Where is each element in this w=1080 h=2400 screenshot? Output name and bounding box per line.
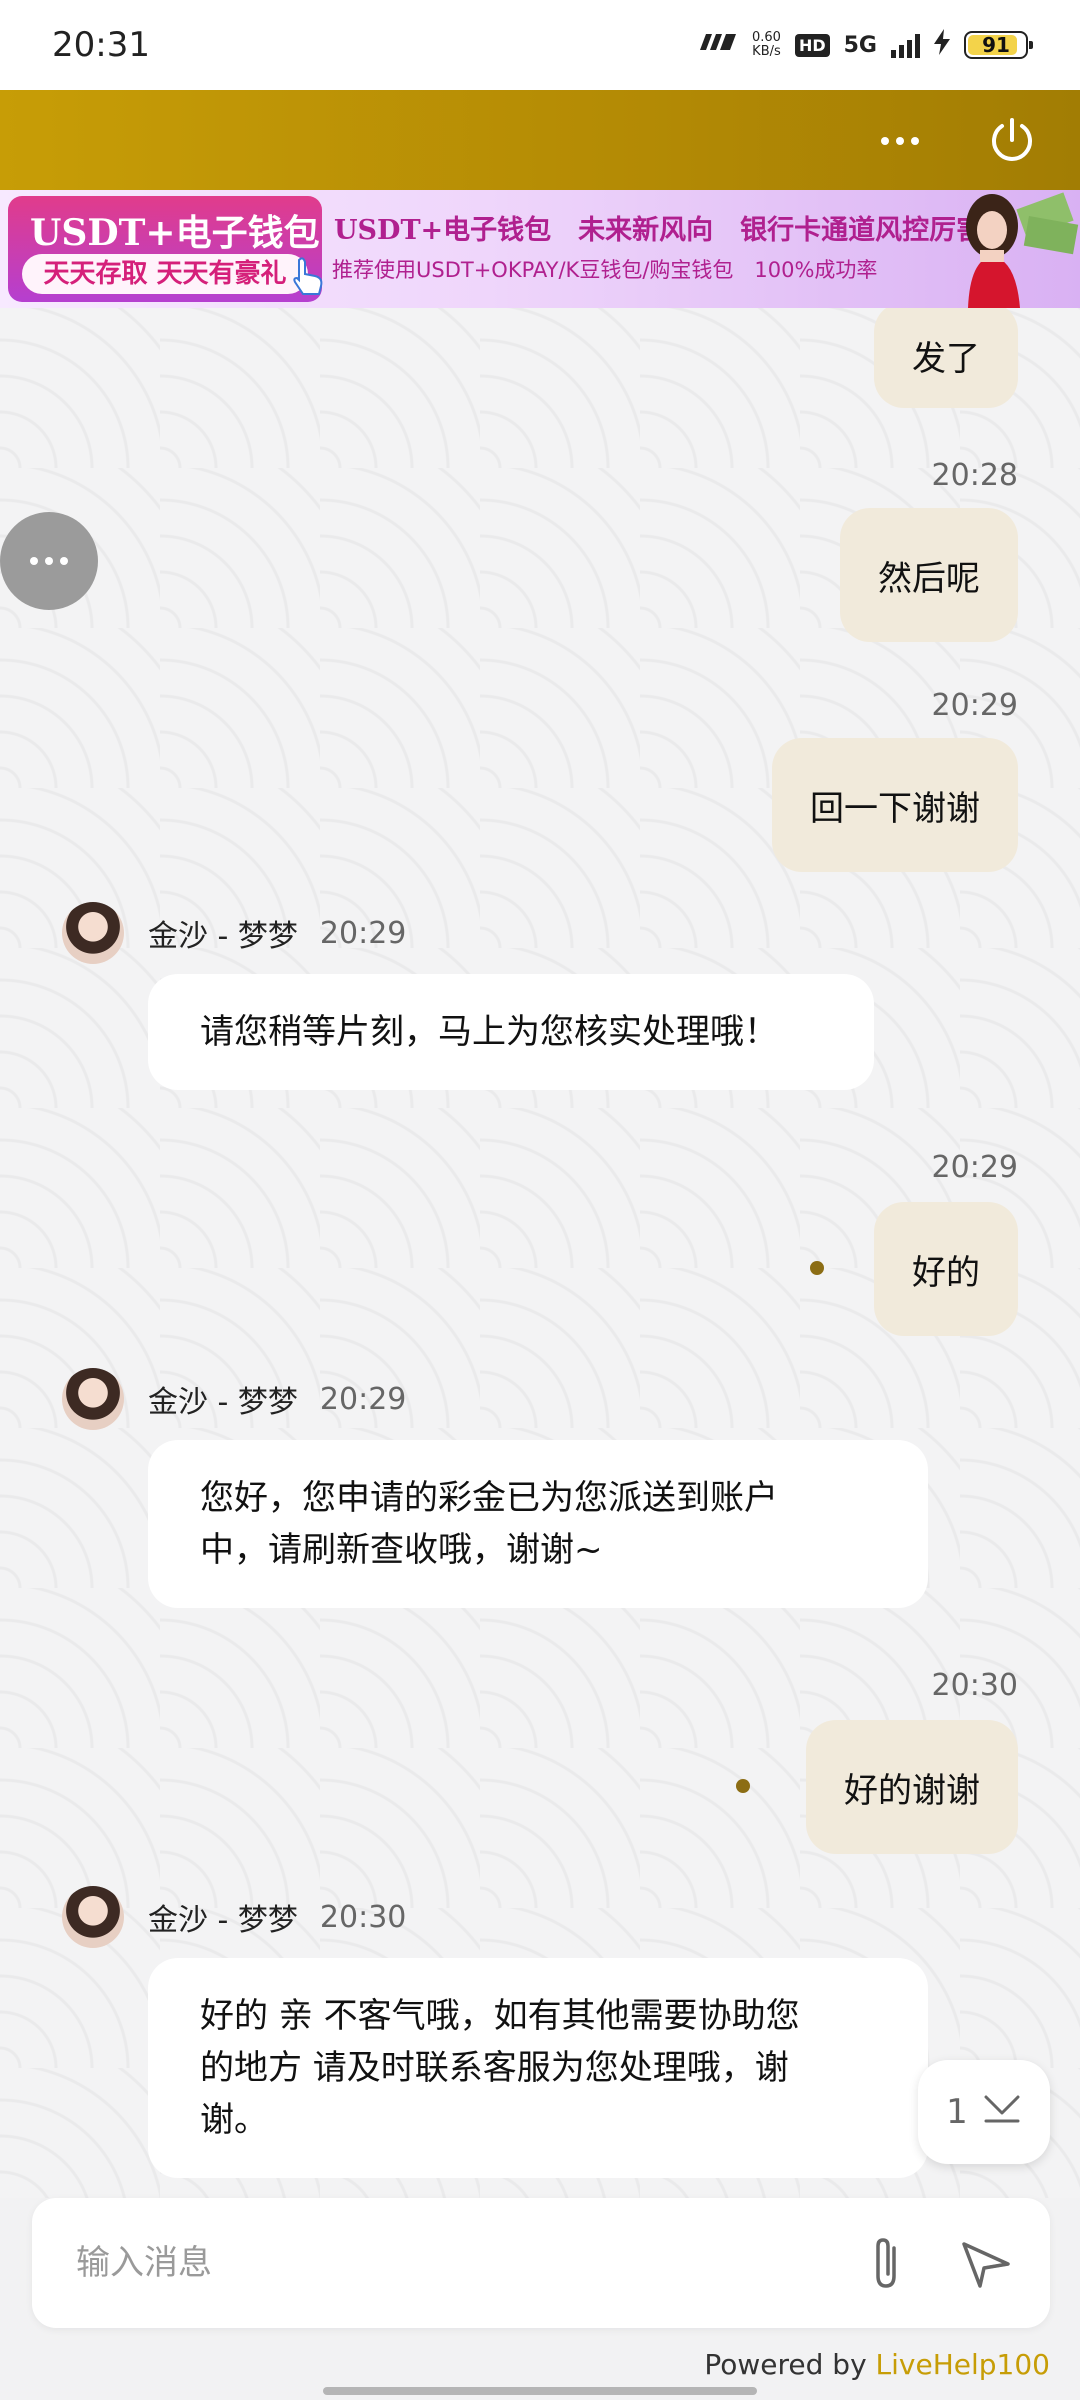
agent-header: 金沙 - 梦梦 20:29: [62, 1368, 406, 1430]
message-text: 请您稍等片刻，马上为您核实处理哦！: [200, 1012, 778, 1052]
message-input[interactable]: [76, 2238, 836, 2288]
message-text: 然后呢: [878, 558, 980, 599]
message-time: 20:29: [319, 915, 407, 951]
agent-header: 金沙 - 梦梦 20:30: [62, 1886, 406, 1948]
read-status-dot: [810, 1261, 824, 1275]
message-time: 20:30: [319, 1899, 407, 1935]
banner-badge-subtitle: 天天存取 天天有豪礼: [22, 254, 308, 294]
chat-area[interactable]: 发了 20:28 然后呢 20:29 回一下谢谢 金沙 - 梦梦 20:29 请…: [0, 308, 1080, 2198]
paperclip-icon[interactable]: [852, 2228, 922, 2298]
message-text: 发了: [912, 338, 980, 379]
avatar: [62, 902, 124, 964]
message-text-line: 中，请刷新查收哦，谢谢~: [200, 1530, 603, 1570]
message-time: 20:30: [931, 1668, 1018, 1703]
incoming-message: 好的 亲 不客气哦，如有其他需要协助您 的地方 请及时联系客服为您处理哦，谢 谢…: [148, 1958, 928, 2178]
outgoing-message: 好的谢谢: [806, 1720, 1018, 1854]
powered-by-text: Powered by: [704, 2348, 876, 2381]
banner-badge: USDT+电子钱包 天天存取 天天有豪礼: [8, 196, 322, 302]
status-bar: 20:31 0.60 KB/s HD 5G 91: [0, 0, 1080, 90]
network-type: 5G: [843, 32, 877, 58]
signal-icon: [891, 32, 920, 58]
battery-level: 91: [982, 33, 1010, 57]
message-composer: [32, 2198, 1050, 2328]
powered-by-brand-link[interactable]: LiveHelp100: [876, 2348, 1050, 2381]
charging-icon: [934, 29, 950, 61]
pointer-hand-icon: [285, 254, 329, 298]
message-text: 好的谢谢: [844, 1770, 980, 1811]
scroll-to-bottom-button[interactable]: 1: [918, 2060, 1050, 2164]
message-time: 20:29: [931, 1150, 1018, 1185]
banner-badge-title: USDT+电子钱包: [30, 212, 320, 254]
battery-icon: 91: [964, 31, 1033, 59]
banner-model-image: [930, 190, 1080, 308]
outgoing-message: 好的: [874, 1202, 1018, 1336]
carrier-icon: [698, 32, 738, 58]
network-speed-unit: KB/s: [752, 44, 781, 59]
banner-subtitle: 推荐使用USDT+OKPAY/K豆钱包/购宝钱包 100%成功率: [332, 258, 878, 282]
avatar: [62, 1368, 124, 1430]
powered-by-footer: Powered by LiveHelp100: [704, 2348, 1050, 2381]
unread-count: 1: [946, 2092, 968, 2132]
ad-banner[interactable]: USDT+电子钱包 天天存取 天天有豪礼 USDT+电子钱包 未来新风向 银行卡…: [0, 190, 1080, 308]
message-text-line: 好的 亲 不客气哦，如有其他需要协助您: [200, 1996, 800, 2036]
avatar: [62, 1886, 124, 1948]
chevron-down-icon: [982, 2091, 1022, 2134]
agent-name: 金沙 - 梦梦: [148, 1903, 298, 1938]
agent-header: 金沙 - 梦梦 20:29: [62, 902, 406, 964]
status-icons: 0.60 KB/s HD 5G 91: [698, 29, 1033, 61]
home-indicator[interactable]: [323, 2387, 757, 2395]
message-text-line: 的地方 请及时联系客服为您处理哦，谢: [200, 2048, 789, 2088]
network-speed: 0.60 KB/s: [752, 31, 781, 59]
message-time: 20:29: [931, 688, 1018, 723]
message-text-line: 谢。: [200, 2100, 268, 2140]
read-status-dot: [736, 1779, 750, 1793]
message-time: 20:29: [319, 1381, 407, 1417]
network-speed-value: 0.60: [752, 30, 781, 45]
floating-menu-button[interactable]: [0, 512, 98, 610]
agent-name: 金沙 - 梦梦: [148, 1385, 298, 1420]
message-time: 20:28: [931, 458, 1018, 493]
message-text: 回一下谢谢: [810, 788, 980, 829]
more-options-button[interactable]: [870, 116, 930, 166]
message-text-line: 您好，您申请的彩金已为您派送到账户: [200, 1478, 778, 1518]
outgoing-message: 回一下谢谢: [772, 738, 1018, 872]
send-icon[interactable]: [950, 2228, 1020, 2298]
agent-name: 金沙 - 梦梦: [148, 919, 298, 954]
power-icon[interactable]: [984, 112, 1040, 168]
outgoing-message: 发了: [874, 308, 1018, 408]
outgoing-message: 然后呢: [840, 508, 1018, 642]
incoming-message: 您好，您申请的彩金已为您派送到账户 中，请刷新查收哦，谢谢~: [148, 1440, 928, 1608]
app-header: [0, 90, 1080, 190]
status-time: 20:31: [52, 25, 150, 65]
hd-icon: HD: [794, 33, 830, 57]
banner-title: USDT+电子钱包 未来新风向 银行卡通道风控厉害: [334, 215, 984, 246]
message-text: 好的: [912, 1252, 980, 1293]
incoming-message: 请您稍等片刻，马上为您核实处理哦！: [148, 974, 874, 1090]
